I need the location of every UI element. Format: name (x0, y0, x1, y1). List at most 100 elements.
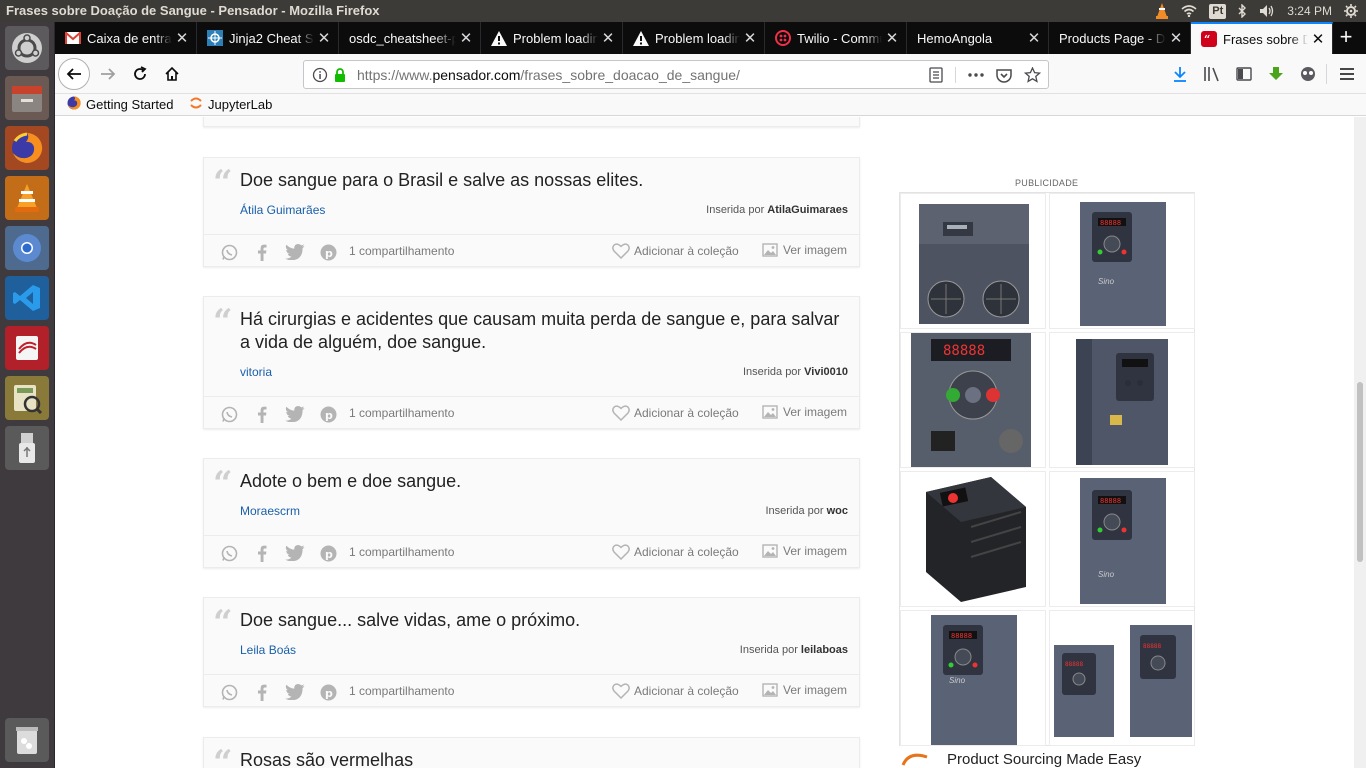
extension-download-icon[interactable] (1266, 64, 1286, 84)
whatsapp-icon[interactable] (219, 404, 239, 424)
firefox-icon[interactable] (5, 126, 49, 170)
trash-icon[interactable] (5, 718, 49, 762)
tab-gmail[interactable]: Caixa de entrada ✕ (55, 22, 197, 54)
ad-product-image[interactable] (900, 471, 1046, 607)
pinterest-icon[interactable]: p (318, 242, 338, 262)
close-icon[interactable]: ✕ (314, 29, 334, 47)
calculator-icon[interactable] (5, 376, 49, 420)
ad-product-image[interactable]: 88888 Sino (1049, 471, 1195, 607)
ad-product-image[interactable]: 88888 (900, 332, 1046, 468)
sidebar-icon[interactable] (1234, 64, 1254, 84)
view-image-button[interactable]: Ver imagem (762, 544, 847, 558)
inserted-by-user-link[interactable]: leilaboas (801, 644, 848, 656)
ad-footer[interactable]: Product Sourcing Made Easy (901, 749, 1201, 768)
chromium-icon[interactable] (5, 226, 49, 270)
add-to-collection-button[interactable]: Adicionar à coleção (612, 683, 739, 699)
downloads-icon[interactable] (1170, 64, 1190, 84)
close-icon[interactable]: ✕ (172, 29, 192, 47)
add-to-collection-button[interactable]: Adicionar à coleção (612, 544, 739, 560)
pinterest-icon[interactable]: p (318, 543, 338, 563)
vlc-tray-icon[interactable] (1155, 0, 1169, 22)
twitter-icon[interactable] (285, 242, 305, 262)
hamburger-menu-icon[interactable] (1337, 64, 1357, 84)
add-to-collection-button[interactable]: Adicionar à coleção (612, 243, 739, 259)
pinterest-icon[interactable]: p (318, 682, 338, 702)
url-bar[interactable]: https://www.pensador.com/frases_sobre_do… (303, 60, 1049, 89)
inserted-by-user-link[interactable]: Vivi0010 (804, 366, 848, 378)
reader-view-icon[interactable] (926, 65, 946, 85)
bookmark-jupyterlab[interactable]: JupyterLab (189, 96, 272, 113)
whatsapp-icon[interactable] (219, 543, 239, 563)
quote-author-link[interactable]: Leila Boás (240, 643, 296, 657)
vscode-icon[interactable] (5, 276, 49, 320)
tab-frases-sobre-doacao[interactable]: “ Frases sobre Doação ✕ (1191, 22, 1333, 54)
inserted-by-user-link[interactable]: woc (827, 505, 848, 517)
tab-osdc-cheatsheet[interactable]: osdc_cheatsheet-python ✕ (339, 22, 481, 54)
twitter-icon[interactable] (285, 543, 305, 563)
bluetooth-icon[interactable] (1238, 0, 1247, 22)
twitter-icon[interactable] (285, 682, 305, 702)
inserted-by-user-link[interactable]: AtilaGuimaraes (767, 204, 848, 216)
volume-icon[interactable] (1259, 0, 1275, 22)
close-icon[interactable]: ✕ (456, 29, 476, 47)
new-tab-button[interactable]: + (1332, 22, 1360, 54)
facebook-icon[interactable] (252, 242, 272, 262)
bookmark-getting-started[interactable]: Getting Started (67, 96, 173, 113)
quote-author-link[interactable]: Átila Guimarães (240, 203, 325, 217)
advertisement[interactable]: ⓘ✕ 88888 Sino (899, 192, 1195, 746)
ad-product-image[interactable]: 88888 Sino (900, 610, 1046, 746)
tab-problem-loading-2[interactable]: Problem loading page ✕ (623, 22, 765, 54)
ad-product-image[interactable] (1049, 332, 1195, 468)
lock-icon[interactable] (330, 65, 350, 85)
reload-button[interactable] (124, 58, 156, 90)
quote-author-link[interactable]: Moraescrm (240, 504, 300, 518)
files-icon[interactable] (5, 76, 49, 120)
view-image-button[interactable]: Ver imagem (762, 243, 847, 257)
ubuntu-dash-icon[interactable] (5, 26, 49, 70)
back-button[interactable] (58, 58, 90, 90)
clock[interactable]: 3:24 PM (1287, 0, 1332, 22)
wifi-icon[interactable] (1181, 0, 1197, 22)
twitter-icon[interactable] (285, 404, 305, 424)
close-icon[interactable]: ✕ (1308, 30, 1328, 48)
library-icon[interactable] (1202, 64, 1222, 84)
view-image-button[interactable]: Ver imagem (762, 683, 847, 697)
pocket-icon[interactable] (994, 65, 1014, 85)
add-to-collection-button[interactable]: Adicionar à coleção (612, 405, 739, 421)
forward-button[interactable] (92, 58, 124, 90)
tab-twilio[interactable]: Twilio - Communications ✕ (765, 22, 907, 54)
bookmark-star-icon[interactable] (1022, 65, 1042, 85)
whatsapp-icon[interactable] (219, 682, 239, 702)
scrollbar-thumb[interactable] (1357, 382, 1363, 562)
quote-author-link[interactable]: vitoria (240, 365, 272, 379)
tab-problem-loading-1[interactable]: Problem loading page ✕ (481, 22, 623, 54)
power-gear-icon[interactable] (1344, 0, 1358, 22)
home-button[interactable] (156, 58, 188, 90)
quote-text[interactable]: Há cirurgias e acidentes que causam muit… (240, 308, 845, 354)
text-editor-icon[interactable] (5, 326, 49, 370)
quote-text[interactable]: Adote o bem e doe sangue. (240, 470, 845, 493)
facebook-icon[interactable] (252, 682, 272, 702)
page-scrollbar[interactable] (1354, 117, 1366, 768)
page-actions-icon[interactable] (966, 65, 986, 85)
facebook-icon[interactable] (252, 543, 272, 563)
ad-product-image[interactable]: 88888 88888 (1049, 610, 1195, 746)
close-icon[interactable]: ✕ (882, 29, 902, 47)
facebook-icon[interactable] (252, 404, 272, 424)
keyboard-layout-indicator[interactable]: Pt (1209, 0, 1227, 22)
tab-jinja2[interactable]: Jinja2 Cheat Sheet ✕ (197, 22, 339, 54)
tab-hemoangola[interactable]: HemoAngola ✕ (907, 22, 1049, 54)
view-image-button[interactable]: Ver imagem (762, 405, 847, 419)
quote-text[interactable]: Doe sangue... salve vidas, ame o próximo… (240, 609, 845, 632)
vlc-icon[interactable] (5, 176, 49, 220)
quote-text[interactable]: Rosas são vermelhas (240, 749, 845, 768)
usb-drive-icon[interactable] (5, 426, 49, 470)
extension-mask-icon[interactable] (1298, 64, 1318, 84)
close-icon[interactable]: ✕ (740, 29, 760, 47)
ad-product-image[interactable] (900, 193, 1046, 329)
ad-product-image[interactable]: 88888 Sino (1049, 193, 1195, 329)
quote-text[interactable]: Doe sangue para o Brasil e salve as noss… (240, 169, 845, 192)
pinterest-icon[interactable]: p (318, 404, 338, 424)
tab-products-page[interactable]: Products Page - D ✕ (1049, 22, 1191, 54)
close-icon[interactable]: ✕ (598, 29, 618, 47)
